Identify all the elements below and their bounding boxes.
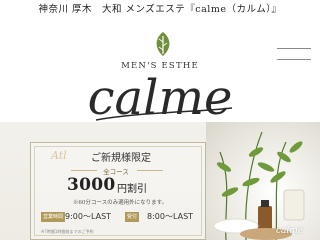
hero-banner[interactable]: Atl ご新規様限定 全コース 3000 円割引 ※60分コースのみ適用外になり…: [0, 122, 320, 240]
fineprint: ※7時間1時間前までのご予約: [41, 229, 94, 234]
hero-corner-logo: calme: [276, 226, 304, 236]
logo-wordmark: calme: [88, 72, 233, 126]
discount-note: ※60分コースのみ適用外になります。: [72, 200, 168, 206]
site-title-bar: 神奈川 厚木 大和 メンズエステ『calme（カルム）』: [0, 0, 320, 20]
spa-photo: [206, 122, 320, 240]
discount-amount: 3000: [67, 175, 116, 195]
hamburger-menu-icon[interactable]: [277, 46, 311, 64]
course-divider-right: [137, 170, 163, 171]
logo-subtitle: MEN'S ESTHE: [121, 61, 199, 71]
spa-illustration: [213, 131, 305, 240]
logo-block[interactable]: MEN'S ESTHE calme: [0, 24, 320, 126]
site-title: 神奈川 厚木 大和 メンズエステ『calme（カルム）』: [38, 4, 282, 15]
reception-hours: 8:00～LAST: [147, 212, 194, 221]
hours-tag-reception: 受付: [125, 212, 140, 222]
promo-card[interactable]: Atl ご新規様限定 全コース 3000 円割引 ※60分コースのみ適用外になり…: [30, 142, 206, 240]
promo-script-text: Atl: [51, 149, 67, 162]
business-hours: 9:00～LAST: [65, 212, 112, 221]
leaf-icon: [156, 32, 170, 56]
promo-headline: ご新規様限定: [91, 153, 151, 164]
discount-unit: 円割引: [117, 184, 147, 195]
hours-tag-business: 営業時間: [41, 212, 66, 222]
